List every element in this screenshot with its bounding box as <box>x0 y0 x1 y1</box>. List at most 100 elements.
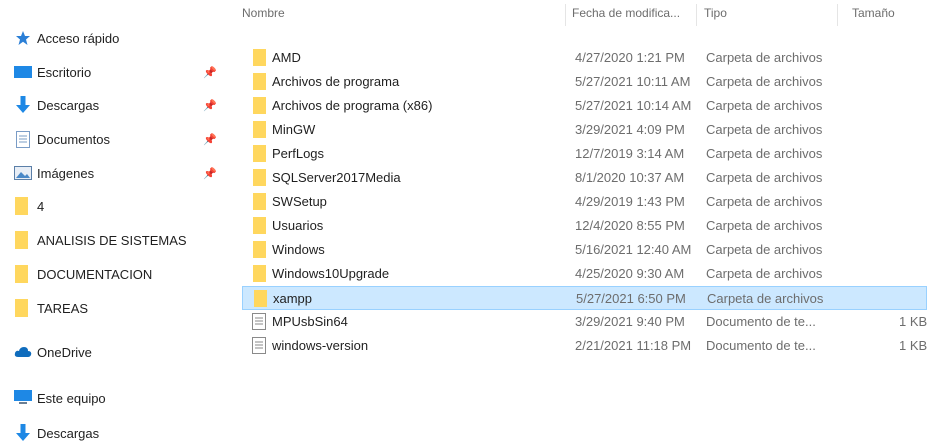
folder-icon <box>252 145 268 162</box>
file-row[interactable]: windows-version 2/21/2021 11:18 PM Documen… <box>242 334 927 358</box>
file-date: 4/29/2019 1:43 PM <box>575 194 685 209</box>
nav-quick-access[interactable]: Acceso rápido <box>14 25 119 51</box>
nav-onedrive[interactable]: OneDrive <box>14 339 92 365</box>
file-row[interactable]: SWSetup 4/29/2019 1:43 PM Carpeta de archi… <box>242 190 927 214</box>
nav-folder-documentacion[interactable]: DOCUMENTACION <box>14 261 152 287</box>
file-row[interactable]: Usuarios 12/4/2020 8:55 PM Carpeta de arch… <box>242 214 927 238</box>
column-divider[interactable] <box>837 4 838 26</box>
column-header-size[interactable]: Tamaño <box>852 6 895 20</box>
folder-icon <box>14 197 32 215</box>
nav-label: ANALISIS DE SISTEMAS <box>37 232 187 248</box>
nav-pictures[interactable]: Imágenes <box>14 160 94 186</box>
column-divider[interactable] <box>565 4 566 26</box>
document-icon <box>14 130 32 148</box>
file-type: Carpeta de archivos <box>706 98 823 113</box>
folder-icon <box>252 49 268 66</box>
file-type: Documento de te... <box>706 338 816 353</box>
file-name: MPUsbSin64 <box>272 314 348 329</box>
nav-label: DOCUMENTACION <box>37 266 153 282</box>
pin-icon: 📌 <box>203 66 217 79</box>
file-row[interactable]: xampp 5/27/2021 6:50 PM Carpeta de archivo… <box>242 286 927 310</box>
pin-icon: 📌 <box>203 133 217 146</box>
nav-desktop[interactable]: Escritorio <box>14 59 91 85</box>
file-row[interactable]: Archivos de programa (x86) 5/27/2021 10:1… <box>242 94 927 118</box>
file-date: 12/4/2020 8:55 PM <box>575 218 685 233</box>
folder-icon <box>252 73 268 90</box>
file-type: Carpeta de archivos <box>706 122 823 137</box>
file-name: Windows <box>272 242 325 257</box>
file-date: 4/25/2020 9:30 AM <box>575 266 685 281</box>
download-icon <box>14 96 32 114</box>
desktop-icon <box>14 63 32 81</box>
file-type: Carpeta de archivos <box>706 170 823 185</box>
nav-folder-tareas[interactable]: TAREAS <box>14 295 88 321</box>
pictures-icon <box>14 164 32 182</box>
nav-folder-4[interactable]: 4 <box>14 193 44 219</box>
pin-icon: 📌 <box>203 167 217 180</box>
nav-downloads[interactable]: Descargas <box>14 92 99 118</box>
file-date: 5/27/2021 10:14 AM <box>575 98 692 113</box>
file-name: MinGW <box>272 122 316 137</box>
nav-documents[interactable]: Documentos <box>14 126 110 152</box>
file-type: Carpeta de archivos <box>706 218 823 233</box>
file-row[interactable]: Windows10Upgrade 4/25/2020 9:30 AM Carpeta… <box>242 262 927 286</box>
file-name: Archivos de programa <box>272 74 400 89</box>
file-name: SWSetup <box>272 194 327 209</box>
file-type: Carpeta de archivos <box>706 242 823 257</box>
nav-label: Acceso rápido <box>37 30 120 46</box>
file-name: xampp <box>273 291 313 306</box>
nav-this-pc[interactable]: Este equipo <box>14 385 106 411</box>
file-date: 3/29/2021 4:09 PM <box>575 122 685 137</box>
nav-label: TAREAS <box>37 300 89 316</box>
file-date: 5/27/2021 6:50 PM <box>576 291 686 306</box>
file-date: 2/21/2021 11:18 PM <box>575 338 692 353</box>
file-row[interactable]: MPUsbSin64 3/29/2021 9:40 PM Documento de … <box>242 310 927 334</box>
nav-label: Descargas <box>37 97 100 113</box>
file-name: Windows10Upgrade <box>272 266 390 281</box>
folder-icon <box>252 121 268 138</box>
folder-icon <box>252 97 268 114</box>
file-type: Carpeta de archivos <box>706 194 823 209</box>
file-date: 5/16/2021 12:40 AM <box>575 242 692 257</box>
file-row[interactable]: MinGW 3/29/2021 4:09 PM Carpeta de archivo… <box>242 118 927 142</box>
column-header-date[interactable]: Fecha de modifica... <box>572 6 690 20</box>
file-row[interactable]: AMD 4/27/2020 1:21 PM Carpeta de archivos <box>242 46 927 70</box>
file-type: Carpeta de archivos <box>706 266 823 281</box>
file-row[interactable]: SQLServer2017Media 8/1/2020 10:37 AM Carpe… <box>242 166 927 190</box>
text-file-icon <box>252 337 268 354</box>
nav-this-pc-downloads[interactable]: Descargas <box>14 420 99 446</box>
file-date: 3/29/2021 9:40 PM <box>575 314 685 329</box>
file-name: AMD <box>272 50 301 65</box>
download-icon <box>14 424 32 442</box>
file-type: Carpeta de archivos <box>706 146 823 161</box>
computer-icon <box>14 389 32 407</box>
file-row[interactable]: Archivos de programa 5/27/2021 10:11 AM Ca… <box>242 70 927 94</box>
folder-icon <box>14 231 32 249</box>
file-list: Nombre Fecha de modifica... Tipo Tamaño … <box>232 0 927 441</box>
folder-icon <box>14 265 32 283</box>
file-name: windows-version <box>272 338 369 353</box>
nav-label: Imágenes <box>37 165 95 181</box>
column-header-type[interactable]: Tipo <box>704 6 727 20</box>
file-type: Carpeta de archivos <box>707 291 824 306</box>
file-name: SQLServer2017Media <box>272 170 401 185</box>
nav-folder-analisis[interactable]: ANALISIS DE SISTEMAS <box>14 227 187 253</box>
file-row[interactable]: PerfLogs 12/7/2019 3:14 AM Carpeta de arch… <box>242 142 927 166</box>
file-type: Documento de te... <box>706 314 816 329</box>
nav-label: Escritorio <box>37 64 92 80</box>
file-size: 1 KB <box>899 314 927 329</box>
folder-icon <box>252 193 268 210</box>
nav-label: Documentos <box>37 131 110 147</box>
file-name: PerfLogs <box>272 146 325 161</box>
file-date: 4/27/2020 1:21 PM <box>575 50 685 65</box>
file-name: Archivos de programa (x86) <box>272 98 433 113</box>
folder-icon <box>253 290 269 307</box>
column-divider[interactable] <box>696 4 697 26</box>
navigation-pane: Acceso rápido Escritorio 📌 Descargas 📌 D… <box>0 0 232 441</box>
column-header-name[interactable]: Nombre <box>242 6 285 20</box>
file-size: 1 KB <box>899 338 927 353</box>
cloud-icon <box>14 343 32 361</box>
folder-icon <box>252 241 268 258</box>
file-row[interactable]: Windows 5/16/2021 12:40 AM Carpeta de arch… <box>242 238 927 262</box>
nav-label: Este equipo <box>37 390 106 406</box>
